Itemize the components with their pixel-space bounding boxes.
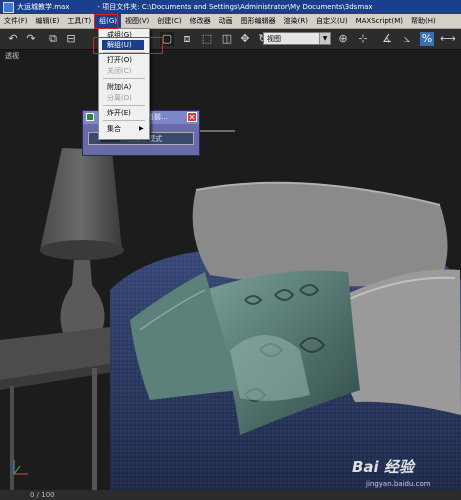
menu-1[interactable]: 文件(F) (0, 14, 32, 28)
watermark-main: Bai 经验 (352, 458, 414, 476)
main-toolbar: ↶ ↷ ⧉ ⊟ ▢ ⧈ ⬚ ◫ ✥ ↻ 视图 ▼ ⊕ ⊹ ∡ ⦣ % ⟷ (0, 29, 461, 50)
redo-icon[interactable]: ↷ (24, 32, 38, 46)
menu-12[interactable]: MAXScript(M) (352, 14, 407, 28)
mirror-icon[interactable]: ⟷ (440, 32, 456, 46)
menu-separator (103, 120, 145, 121)
undo-icon[interactable]: ↶ (6, 32, 20, 46)
menu-bar: 文件(F) 编辑(E) 工具(T) 组(G) 视图(V) 创建(C) 修改器 动画 图形编辑器渲… (0, 14, 461, 29)
menu-item-assembly[interactable]: 集合 (107, 124, 121, 134)
filter-icon[interactable]: ⧈ (180, 32, 194, 46)
menu-separator (103, 105, 145, 106)
chevron-right-icon: ▶ (139, 125, 144, 132)
menu-item-close[interactable]: 关闭(C) (107, 66, 131, 76)
watermark-sub: jingyan.baidu.com (366, 480, 431, 488)
menu-7[interactable]: 修改器 (186, 14, 215, 28)
title-bar: 大运城教学.max - 项目文件夹: C:\Documents and Setti… (0, 0, 461, 14)
menu-6[interactable]: 创建(C) (153, 14, 185, 28)
menu-item-open[interactable]: 打开(O) (107, 55, 132, 65)
move-icon[interactable]: ✥ (238, 32, 252, 46)
scene-render (0, 130, 461, 490)
close-icon[interactable]: ✕ (187, 112, 197, 122)
menu-11[interactable]: 自定义(U) (312, 14, 352, 28)
menu-item-attach[interactable]: 附加(A) (107, 82, 131, 92)
menu-item-detach[interactable]: 分离(D) (107, 93, 132, 103)
app-icon (3, 2, 14, 13)
dialog-app-icon (86, 113, 94, 121)
frame-counter: 0 / 100 (30, 491, 55, 499)
annotation-box-ungroup (93, 37, 163, 54)
menu-separator (103, 78, 145, 79)
menu-8[interactable]: 动画 (215, 14, 237, 28)
view-select-value: 视图 (267, 35, 281, 43)
menu-9[interactable]: 图形编辑器 (237, 14, 280, 28)
reference-coordinate-select[interactable]: 视图 ▼ (263, 32, 331, 45)
axis-tripod-icon (13, 460, 28, 475)
menu-10[interactable]: 渲染(R) (280, 14, 312, 28)
pivot-icon[interactable]: ⊕ (336, 32, 350, 46)
menu-item-explode[interactable]: 炸开(E) (107, 108, 131, 118)
menu-2[interactable]: 编辑(E) (32, 14, 64, 28)
select-manipulate-icon[interactable]: ⊹ (356, 32, 370, 46)
chevron-down-icon: ▼ (319, 33, 330, 44)
menu-13[interactable]: 帮助(H) (407, 14, 440, 28)
snap-icon[interactable]: ∡ (380, 32, 394, 46)
window-title: 大运城教学.max (17, 3, 70, 11)
annotation-box-group-menu (94, 14, 118, 29)
baidu-watermark: Bai 经验 jingyan.baidu.com (352, 456, 452, 494)
unlink-icon[interactable]: ⊟ (64, 32, 78, 46)
percent-snap-icon[interactable]: % (420, 32, 434, 46)
viewport-label: 透视 (5, 52, 19, 60)
link-icon[interactable]: ⧉ (46, 32, 60, 46)
perspective-viewport[interactable]: 透视 (0, 50, 461, 490)
project-path: - 项目文件夹: C:\Documents and Settings\Admin… (97, 3, 373, 11)
window-crossing-icon[interactable]: ◫ (220, 32, 234, 46)
menu-5[interactable]: 视图(V) (121, 14, 153, 28)
dialog-title: 当前... (147, 113, 168, 121)
angle-snap-icon[interactable]: ⦣ (400, 32, 414, 46)
region-select-icon[interactable]: ⬚ (200, 32, 214, 46)
menu-3[interactable]: 工具(T) (63, 14, 95, 28)
